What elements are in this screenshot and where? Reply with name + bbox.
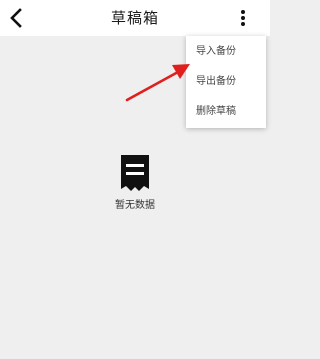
page-title: 草稿箱 (110, 9, 159, 27)
red-pointer-arrow-icon (125, 64, 190, 102)
more-options-icon[interactable] (234, 7, 252, 29)
menu-item-export-backup[interactable]: 导出备份 (196, 72, 262, 92)
empty-document-icon (121, 155, 149, 191)
empty-state-text: 暂无数据 (115, 200, 155, 211)
empty-state: 暂无数据 (85, 153, 185, 211)
app-header: 草稿箱 (0, 0, 270, 36)
menu-item-delete-draft[interactable]: 删除草稿 (196, 102, 262, 122)
menu-item-import-backup[interactable]: 导入备份 (196, 42, 262, 62)
